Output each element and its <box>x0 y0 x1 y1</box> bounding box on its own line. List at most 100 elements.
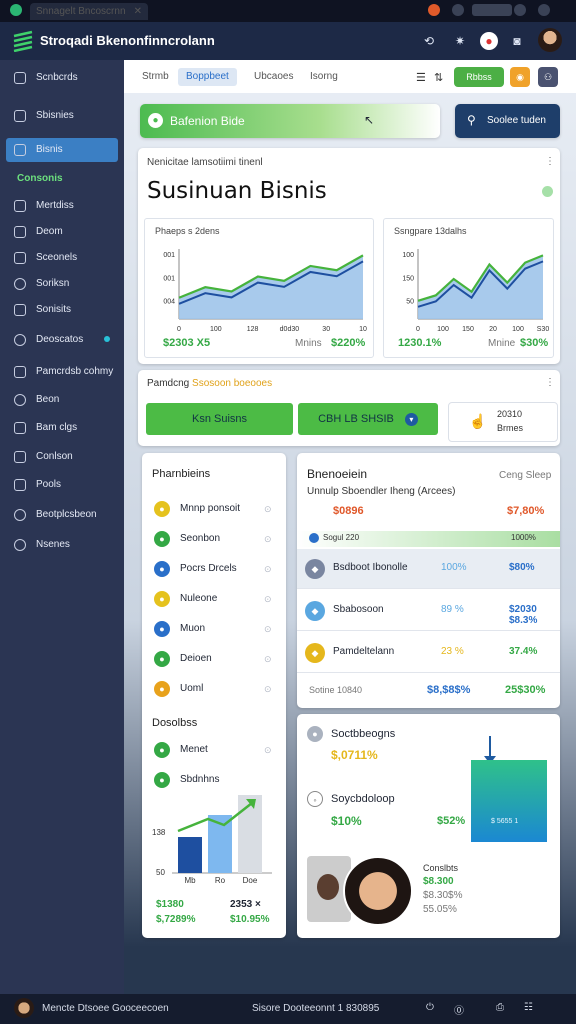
user-icon[interactable]: ⚇ <box>538 67 558 87</box>
doc-icon <box>14 226 26 238</box>
table-footer-mid: $8,$8$% <box>427 684 471 696</box>
tab-2[interactable]: Boppbeet <box>178 68 237 86</box>
primary-action-button[interactable]: Ksn Suisns <box>146 403 293 435</box>
hand-icon: ☝ <box>469 413 487 429</box>
sidebar-item[interactable]: Sceonels <box>6 246 118 270</box>
tabs-bar: Strmb Boppbeet Ubcaoes Isorng ☰ ⇅ Rbbss … <box>124 60 576 93</box>
menu-icon[interactable] <box>514 4 526 16</box>
item-icon: ● <box>307 726 323 742</box>
marker-line <box>489 736 491 758</box>
table-row[interactable]: ◆ Pamdeltelann 23 % 37.4% <box>297 633 560 673</box>
address-icon[interactable] <box>472 4 512 16</box>
sidebar-item[interactable]: Mertdiss <box>6 194 118 218</box>
more-icon[interactable]: ⋮ <box>545 156 555 167</box>
y-tick-label: 50 <box>156 868 165 877</box>
info-icon[interactable]: ⓪ <box>454 1002 464 1017</box>
x-tick-label: Ro <box>215 876 226 883</box>
sidebar-item-business[interactable]: Sbisnies <box>6 104 118 128</box>
camera-icon[interactable]: ◙ <box>508 32 526 50</box>
list-item-icon: ● <box>154 591 170 607</box>
sidebar-item-dashboard[interactable]: Scnbcrds <box>6 66 118 90</box>
row-icon: ◆ <box>305 643 325 663</box>
power-icon[interactable]: ⏻ <box>426 1002 434 1013</box>
secondary-action-button[interactable]: CBH LB SHSIB ▾ <box>298 403 438 435</box>
sort-icon[interactable]: ⇅ <box>434 71 443 84</box>
profile-avatar[interactable] <box>343 856 413 926</box>
sidebar-item[interactable]: Sonisits <box>6 298 118 322</box>
alert-icon[interactable]: ● <box>480 32 498 50</box>
x-tick-label: d0d30 <box>280 326 300 333</box>
info-icon: ● <box>148 113 163 128</box>
profile-value-3: 55.05% <box>423 904 457 915</box>
sidebar-item[interactable]: Nsenes <box>6 533 118 557</box>
close-icon[interactable] <box>538 4 550 16</box>
chevron-right-icon[interactable]: ⊙ <box>264 684 272 695</box>
sidebar-item-label: Deom <box>36 226 63 237</box>
mini-bar <box>178 837 202 873</box>
cursor-icon: ↖ <box>364 113 375 127</box>
sidebar-item-label: Mertdiss <box>36 200 74 211</box>
sidebar-item[interactable]: Deoscatos <box>6 328 118 352</box>
table-row[interactable]: ◆ Sbabosoon 89 % $2030 $8.3% <box>297 591 560 631</box>
list-item-icon: ● <box>154 561 170 577</box>
x-tick-label: Mb <box>184 876 196 883</box>
actions-header-accent: Ssosoon boeooes <box>192 378 273 389</box>
status-right: Sisore Dooteeonnt 1 830895 <box>252 1003 380 1014</box>
chevron-right-icon[interactable]: ⊙ <box>264 594 272 605</box>
row-icon: ◆ <box>305 559 325 579</box>
status-dot <box>104 336 110 342</box>
row-right-value: $80% <box>509 562 535 573</box>
status-bar: Mencte Dtsoee Gooceecoen Sisore Dooteeon… <box>0 994 576 1024</box>
sidebar-item[interactable]: Pools <box>6 473 118 497</box>
footer-value-2b: $10.95% <box>230 914 270 925</box>
settings-icon[interactable]: ✷ <box>451 32 469 50</box>
calendar-icon <box>14 304 26 316</box>
more-icon[interactable]: ⋮ <box>545 377 555 388</box>
item-2-label: Soycbdoloop <box>331 793 395 805</box>
user-avatar[interactable] <box>14 998 34 1018</box>
chart-2-meta-value: $30% <box>520 337 549 349</box>
tab-1[interactable]: Strmb <box>134 68 177 86</box>
sidebar-item[interactable]: Bam clgs <box>6 416 118 440</box>
tab-3[interactable]: Ubcaoes <box>246 68 301 86</box>
search-icon: ⚲ <box>467 113 476 127</box>
sidebar-item[interactable]: Soriksn <box>6 272 118 296</box>
user-avatar[interactable] <box>538 28 562 52</box>
list-item-icon: ● <box>154 501 170 517</box>
x-tick-label: 100 <box>210 326 222 333</box>
grid-icon <box>14 72 26 84</box>
list-view-icon[interactable]: ☰ <box>416 71 426 84</box>
tab-4[interactable]: Isorng <box>302 68 346 86</box>
notification-icon[interactable] <box>428 4 440 16</box>
sidebar-item-label: Conlson <box>36 451 73 462</box>
y-tick-label: 50 <box>406 299 414 306</box>
chevron-right-icon[interactable]: ⊙ <box>264 654 272 665</box>
chart-2: 100 150 50 0 100 150 20 100 S30 <box>402 249 549 333</box>
export-card[interactable]: ☝ 20310 Brmes <box>448 402 558 442</box>
chevron-right-icon[interactable]: ⊙ <box>264 564 272 575</box>
tools-icon[interactable]: ☷ <box>524 1002 533 1013</box>
status-left: Mencte Dtsoee Gooceecoen <box>42 1003 169 1014</box>
sidebar-item-bisnis[interactable]: Bisnis <box>6 138 118 162</box>
sidebar-item[interactable]: Deom <box>6 220 118 244</box>
chevron-right-icon[interactable]: ⊙ <box>264 504 272 515</box>
sidebar-item[interactable]: Beon <box>6 388 118 412</box>
table-row[interactable]: ◆ Bsdboot Ibonolle 100% $80% <box>297 549 560 589</box>
coin-icon[interactable]: ◉ <box>510 67 530 87</box>
row-right-value: 37.4% <box>509 646 538 657</box>
chart-1-meta-label: Mnins <box>295 338 322 349</box>
sidebar-item[interactable]: Conlson <box>6 445 118 469</box>
list-item-label: Nuleone <box>180 593 218 604</box>
browser-tab[interactable]: Snnagelt Bncoscrnn ✕ <box>30 3 148 20</box>
action-button[interactable]: Rbbss <box>454 67 504 87</box>
chevron-right-icon[interactable]: ⊙ <box>264 534 272 545</box>
printer-icon[interactable]: ⎙ <box>496 1002 504 1013</box>
refresh-icon[interactable]: ⟲ <box>420 32 438 50</box>
chevron-right-icon[interactable]: ⊙ <box>264 624 272 635</box>
strip-left: Sogul 220 <box>323 533 360 542</box>
history-icon[interactable] <box>452 4 464 16</box>
search-button[interactable]: ⚲ Soolee tuden <box>455 104 560 138</box>
sidebar-item[interactable]: Beotplcsbeon <box>6 503 118 527</box>
sidebar-item[interactable]: Pamcrdsb cohmy <box>6 360 118 384</box>
chevron-right-icon[interactable]: ⊙ <box>264 745 272 756</box>
